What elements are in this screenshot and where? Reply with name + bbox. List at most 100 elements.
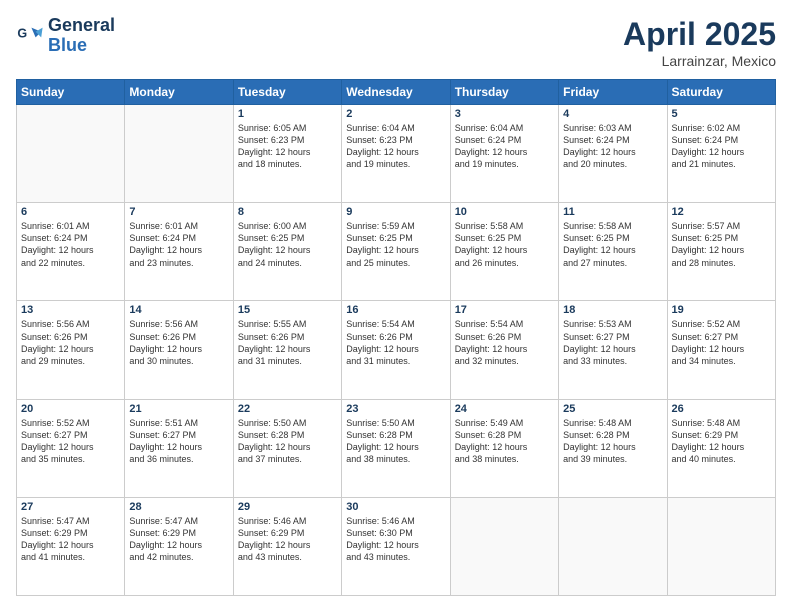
day-info: Sunrise: 6:04 AM Sunset: 6:23 PM Dayligh…	[346, 122, 445, 171]
day-number: 19	[672, 304, 771, 316]
day-cell: 8 Sunrise: 6:00 AM Sunset: 6:25 PM Daylig…	[233, 203, 341, 301]
day-cell: 14Sunrise: 5:56 AM Sunset: 6:26 PM Dayli…	[125, 301, 233, 399]
day-number: 7	[129, 206, 228, 218]
day-cell	[667, 497, 775, 595]
day-info: Sunrise: 5:46 AM Sunset: 6:30 PM Dayligh…	[346, 515, 445, 564]
day-info: Sunrise: 5:59 AM Sunset: 6:25 PM Dayligh…	[346, 220, 445, 269]
weekday-header-thursday: Thursday	[450, 80, 558, 105]
week-row-4: 20 Sunrise: 5:52 AM Sunset: 6:27 PM Dayli…	[17, 399, 776, 497]
day-cell: 11 Sunrise: 5:58 AM Sunset: 6:25 PM Dayli…	[559, 203, 667, 301]
day-cell: 26Sunrise: 5:48 AM Sunset: 6:29 PM Dayli…	[667, 399, 775, 497]
day-cell: 22 Sunrise: 5:50 AM Sunset: 6:28 PM Dayli…	[233, 399, 341, 497]
day-info: Sunrise: 5:49 AM Sunset: 6:28 PM Dayligh…	[455, 417, 554, 466]
day-cell: 2Sunrise: 6:04 AM Sunset: 6:23 PM Daylig…	[342, 105, 450, 203]
day-cell: 21 Sunrise: 5:51 AM Sunset: 6:27 PM Dayli…	[125, 399, 233, 497]
day-info: Sunrise: 5:56 AM Sunset: 6:26 PM Dayligh…	[21, 318, 120, 367]
day-cell	[17, 105, 125, 203]
day-info: Sunrise: 5:46 AM Sunset: 6:29 PM Dayligh…	[238, 515, 337, 564]
day-info: Sunrise: 6:01 AM Sunset: 6:24 PM Dayligh…	[21, 220, 120, 269]
day-cell: 7 Sunrise: 6:01 AM Sunset: 6:24 PM Daylig…	[125, 203, 233, 301]
day-cell: 25 Sunrise: 5:48 AM Sunset: 6:28 PM Dayli…	[559, 399, 667, 497]
day-number: 23	[346, 403, 445, 415]
logo-icon: G	[16, 22, 44, 50]
day-number: 22	[238, 403, 337, 415]
day-info: Sunrise: 5:50 AM Sunset: 6:28 PM Dayligh…	[346, 417, 445, 466]
day-number: 4	[563, 108, 662, 120]
day-number: 6	[21, 206, 120, 218]
day-info: Sunrise: 5:51 AM Sunset: 6:27 PM Dayligh…	[129, 417, 228, 466]
title-block: April 2025 Larrainzar, Mexico	[623, 16, 776, 69]
weekday-header-wednesday: Wednesday	[342, 80, 450, 105]
day-cell: 27Sunrise: 5:47 AM Sunset: 6:29 PM Dayli…	[17, 497, 125, 595]
day-cell	[125, 105, 233, 203]
day-info: Sunrise: 5:48 AM Sunset: 6:29 PM Dayligh…	[672, 417, 771, 466]
day-number: 24	[455, 403, 554, 415]
day-info: Sunrise: 5:52 AM Sunset: 6:27 PM Dayligh…	[672, 318, 771, 367]
week-row-5: 27Sunrise: 5:47 AM Sunset: 6:29 PM Dayli…	[17, 497, 776, 595]
day-cell: 24 Sunrise: 5:49 AM Sunset: 6:28 PM Dayli…	[450, 399, 558, 497]
day-info: Sunrise: 6:01 AM Sunset: 6:24 PM Dayligh…	[129, 220, 228, 269]
weekday-header-row: SundayMondayTuesdayWednesdayThursdayFrid…	[17, 80, 776, 105]
day-info: Sunrise: 5:54 AM Sunset: 6:26 PM Dayligh…	[346, 318, 445, 367]
day-info: Sunrise: 5:52 AM Sunset: 6:27 PM Dayligh…	[21, 417, 120, 466]
day-info: Sunrise: 6:00 AM Sunset: 6:25 PM Dayligh…	[238, 220, 337, 269]
day-number: 15	[238, 304, 337, 316]
day-info: Sunrise: 5:58 AM Sunset: 6:25 PM Dayligh…	[563, 220, 662, 269]
week-row-1: 1Sunrise: 6:05 AM Sunset: 6:23 PM Daylig…	[17, 105, 776, 203]
logo: G General Blue	[16, 16, 115, 56]
day-cell: 20 Sunrise: 5:52 AM Sunset: 6:27 PM Dayli…	[17, 399, 125, 497]
day-number: 17	[455, 304, 554, 316]
day-cell: 23 Sunrise: 5:50 AM Sunset: 6:28 PM Dayli…	[342, 399, 450, 497]
location-subtitle: Larrainzar, Mexico	[623, 53, 776, 69]
day-info: Sunrise: 5:47 AM Sunset: 6:29 PM Dayligh…	[129, 515, 228, 564]
day-info: Sunrise: 5:53 AM Sunset: 6:27 PM Dayligh…	[563, 318, 662, 367]
day-number: 21	[129, 403, 228, 415]
day-cell: 10Sunrise: 5:58 AM Sunset: 6:25 PM Dayli…	[450, 203, 558, 301]
day-cell: 6 Sunrise: 6:01 AM Sunset: 6:24 PM Daylig…	[17, 203, 125, 301]
day-number: 28	[129, 501, 228, 513]
day-info: Sunrise: 5:55 AM Sunset: 6:26 PM Dayligh…	[238, 318, 337, 367]
day-info: Sunrise: 5:47 AM Sunset: 6:29 PM Dayligh…	[21, 515, 120, 564]
month-title: April 2025	[623, 16, 776, 53]
day-info: Sunrise: 5:50 AM Sunset: 6:28 PM Dayligh…	[238, 417, 337, 466]
day-number: 12	[672, 206, 771, 218]
day-number: 29	[238, 501, 337, 513]
day-cell: 29 Sunrise: 5:46 AM Sunset: 6:29 PM Dayli…	[233, 497, 341, 595]
day-cell: 1Sunrise: 6:05 AM Sunset: 6:23 PM Daylig…	[233, 105, 341, 203]
day-cell: 28 Sunrise: 5:47 AM Sunset: 6:29 PM Dayli…	[125, 497, 233, 595]
day-cell: 3 Sunrise: 6:04 AM Sunset: 6:24 PM Daylig…	[450, 105, 558, 203]
day-cell	[559, 497, 667, 595]
day-info: Sunrise: 6:05 AM Sunset: 6:23 PM Dayligh…	[238, 122, 337, 171]
day-number: 11	[563, 206, 662, 218]
day-info: Sunrise: 5:57 AM Sunset: 6:25 PM Dayligh…	[672, 220, 771, 269]
day-number: 9	[346, 206, 445, 218]
day-cell: 13Sunrise: 5:56 AM Sunset: 6:26 PM Dayli…	[17, 301, 125, 399]
header: G General Blue April 2025 Larrainzar, Me…	[16, 16, 776, 69]
week-row-2: 6 Sunrise: 6:01 AM Sunset: 6:24 PM Daylig…	[17, 203, 776, 301]
page: G General Blue April 2025 Larrainzar, Me…	[0, 0, 792, 612]
day-cell: 5Sunrise: 6:02 AM Sunset: 6:24 PM Daylig…	[667, 105, 775, 203]
day-cell: 9 Sunrise: 5:59 AM Sunset: 6:25 PM Daylig…	[342, 203, 450, 301]
day-number: 5	[672, 108, 771, 120]
day-cell: 16 Sunrise: 5:54 AM Sunset: 6:26 PM Dayli…	[342, 301, 450, 399]
weekday-header-friday: Friday	[559, 80, 667, 105]
day-cell: 15 Sunrise: 5:55 AM Sunset: 6:26 PM Dayli…	[233, 301, 341, 399]
day-cell: 30Sunrise: 5:46 AM Sunset: 6:30 PM Dayli…	[342, 497, 450, 595]
day-cell	[450, 497, 558, 595]
logo-line1: General	[48, 16, 115, 36]
day-info: Sunrise: 5:58 AM Sunset: 6:25 PM Dayligh…	[455, 220, 554, 269]
day-number: 3	[455, 108, 554, 120]
logo-line2: Blue	[48, 36, 115, 56]
day-info: Sunrise: 6:04 AM Sunset: 6:24 PM Dayligh…	[455, 122, 554, 171]
logo-text: General Blue	[48, 16, 115, 56]
day-info: Sunrise: 5:48 AM Sunset: 6:28 PM Dayligh…	[563, 417, 662, 466]
day-number: 25	[563, 403, 662, 415]
day-info: Sunrise: 5:56 AM Sunset: 6:26 PM Dayligh…	[129, 318, 228, 367]
day-number: 8	[238, 206, 337, 218]
day-number: 16	[346, 304, 445, 316]
weekday-header-tuesday: Tuesday	[233, 80, 341, 105]
day-info: Sunrise: 6:03 AM Sunset: 6:24 PM Dayligh…	[563, 122, 662, 171]
week-row-3: 13Sunrise: 5:56 AM Sunset: 6:26 PM Dayli…	[17, 301, 776, 399]
day-number: 20	[21, 403, 120, 415]
day-cell: 12 Sunrise: 5:57 AM Sunset: 6:25 PM Dayli…	[667, 203, 775, 301]
